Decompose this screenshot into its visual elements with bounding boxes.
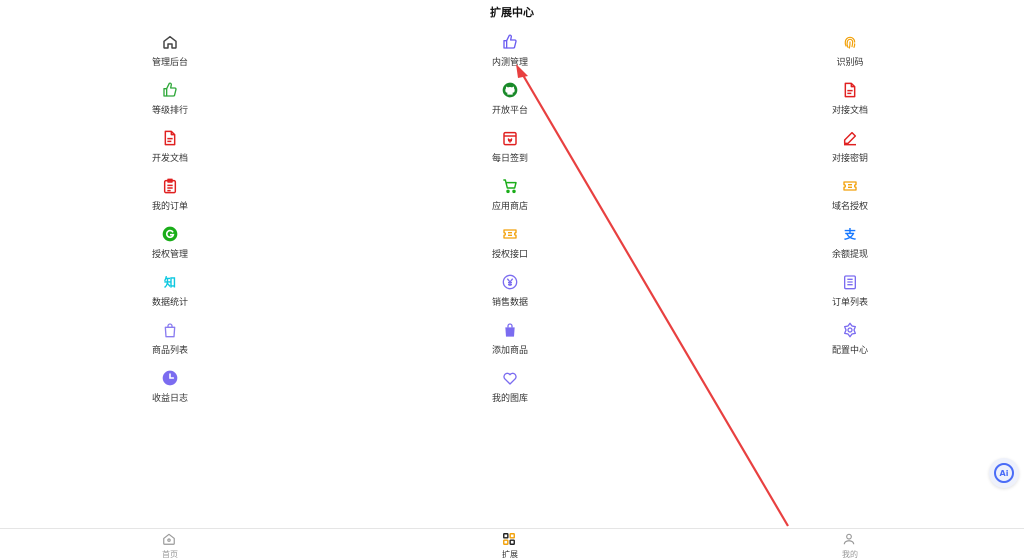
g-circle-icon — [161, 225, 179, 243]
grid-item[interactable]: 收益日志 — [130, 367, 210, 415]
grid-item[interactable]: 识别码 — [810, 31, 890, 79]
tab-home[interactable]: 首页 — [140, 531, 200, 560]
svg-text:知: 知 — [163, 275, 176, 290]
grid-item[interactable]: 我的图库 — [470, 367, 550, 415]
grid-item-label: 应用商店 — [491, 202, 528, 212]
grid-item[interactable]: 授权接口 — [470, 223, 550, 271]
grid-item[interactable]: 商品列表 — [130, 319, 210, 367]
fingerprint-icon — [841, 33, 859, 51]
github-icon — [501, 81, 519, 99]
calendar-icon — [501, 129, 519, 147]
alipay-icon: 支 — [841, 225, 859, 243]
grid-item-label: 添加商品 — [491, 346, 528, 356]
grid-item[interactable]: 域名授权 — [810, 175, 890, 223]
grid-icon — [502, 531, 518, 547]
ticket-icon — [841, 177, 859, 195]
grid-item-label: 每日签到 — [491, 154, 528, 164]
document-icon — [161, 129, 179, 147]
grid-item[interactable]: 知数据统计 — [130, 271, 210, 319]
bag-filled-icon — [501, 321, 519, 339]
tab-label: 首页 — [162, 550, 178, 559]
document-icon — [841, 81, 859, 99]
grid-item[interactable]: 内测管理 — [470, 31, 550, 79]
home-icon — [162, 531, 178, 547]
ticket-icon — [501, 225, 519, 243]
bag-outline-icon — [161, 321, 179, 339]
grid-item[interactable]: 添加商品 — [470, 319, 550, 367]
user-icon — [842, 531, 858, 547]
grid-item-label: 配置中心 — [831, 346, 868, 356]
grid-item[interactable]: 授权管理 — [130, 223, 210, 271]
grid-item[interactable]: 管理后台 — [130, 31, 210, 79]
list-doc-icon — [841, 273, 859, 291]
grid-item[interactable]: 订单列表 — [810, 271, 890, 319]
grid-item[interactable]: 开发文档 — [130, 127, 210, 175]
grid-item[interactable]: 开放平台 — [470, 79, 550, 127]
svg-text:支: 支 — [843, 227, 857, 242]
grid-item-label: 收益日志 — [151, 394, 188, 404]
grid-item-label: 我的图库 — [491, 394, 528, 404]
grid-item-label: 对接密钥 — [831, 154, 868, 164]
grid-column-middle: 内测管理开放平台每日签到应用商店授权接口销售数据添加商品我的图库 — [470, 31, 550, 415]
grid-item-label: 对接文档 — [831, 106, 868, 116]
grid-item[interactable]: 配置中心 — [810, 319, 890, 367]
grid-item-label: 开放平台 — [491, 106, 528, 116]
cart-icon — [501, 177, 519, 195]
clock-icon — [161, 369, 179, 387]
grid-item[interactable]: 我的订单 — [130, 175, 210, 223]
tab-label: 我的 — [842, 550, 858, 559]
tab-mine[interactable]: 我的 — [820, 531, 880, 560]
grid-column-right: 识别码对接文档对接密钥域名授权支余额提现订单列表配置中心 — [810, 31, 890, 367]
pencil-icon — [841, 129, 859, 147]
grid-item-label: 授权接口 — [491, 250, 528, 260]
grid-item-label: 商品列表 — [151, 346, 188, 356]
zhi-icon: 知 — [161, 273, 179, 291]
grid-item-label: 我的订单 — [151, 202, 188, 212]
grid-item[interactable]: 对接文档 — [810, 79, 890, 127]
grid-item-label: 订单列表 — [831, 298, 868, 308]
yuan-circle-icon — [501, 273, 519, 291]
grid-item-label: 数据统计 — [151, 298, 188, 308]
thumbs-up-icon — [501, 33, 519, 51]
extension-grid: 管理后台等级排行开发文档我的订单授权管理知数据统计商品列表收益日志 内测管理开放… — [0, 0, 1024, 520]
ai-icon: Ai — [994, 463, 1014, 483]
grid-item-label: 识别码 — [836, 58, 864, 68]
tab-extensions[interactable]: 扩展 — [480, 531, 540, 560]
grid-item[interactable]: 应用商店 — [470, 175, 550, 223]
tab-label: 扩展 — [502, 550, 518, 559]
thumbs-up-icon — [161, 81, 179, 99]
grid-column-left: 管理后台等级排行开发文档我的订单授权管理知数据统计商品列表收益日志 — [130, 31, 210, 415]
clipboard-icon — [161, 177, 179, 195]
bottom-tab-bar: 首页 扩展 我的 — [0, 528, 1024, 560]
grid-item-label: 销售数据 — [491, 298, 528, 308]
grid-item-label: 内测管理 — [491, 58, 528, 68]
ai-assistant-button[interactable]: Ai — [989, 458, 1019, 488]
grid-item-label: 域名授权 — [831, 202, 868, 212]
grid-item-label: 余额提现 — [831, 250, 868, 260]
grid-item-label: 开发文档 — [151, 154, 188, 164]
grid-item-label: 等级排行 — [151, 106, 188, 116]
grid-item[interactable]: 等级排行 — [130, 79, 210, 127]
home-icon — [161, 33, 179, 51]
flower-gear-icon — [841, 321, 859, 339]
grid-item[interactable]: 每日签到 — [470, 127, 550, 175]
heart-icon — [501, 369, 519, 387]
grid-item[interactable]: 销售数据 — [470, 271, 550, 319]
grid-item-label: 授权管理 — [151, 250, 188, 260]
grid-item[interactable]: 支余额提现 — [810, 223, 890, 271]
grid-item-label: 管理后台 — [151, 58, 188, 68]
grid-item[interactable]: 对接密钥 — [810, 127, 890, 175]
